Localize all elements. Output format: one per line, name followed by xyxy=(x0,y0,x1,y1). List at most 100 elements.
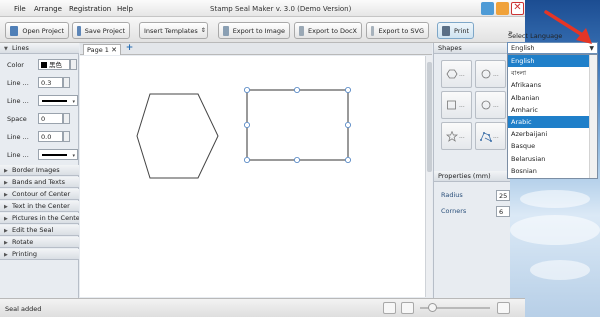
save-project-label: Save Project xyxy=(84,26,125,35)
zoom-fit-button[interactable] xyxy=(383,302,396,314)
right-panel: Shapes ... ... ... ... ... ... Propertie… xyxy=(433,43,510,298)
color-dropdown-button[interactable] xyxy=(70,59,77,70)
zoom-out-button[interactable] xyxy=(401,302,414,314)
color-value: 黑色 xyxy=(49,61,62,69)
insert-templates-button[interactable]: Insert Templates ⇕ xyxy=(139,22,208,39)
add-tab-button[interactable]: + xyxy=(124,44,135,54)
color-label: Color xyxy=(7,61,24,69)
section-text-center[interactable]: ▶ Text in the Center xyxy=(0,201,79,212)
language-option[interactable]: Belarusian xyxy=(508,153,597,165)
corners-input[interactable]: 6 xyxy=(496,206,510,217)
document-tabs: Page 1 ✕ + xyxy=(80,43,432,55)
restore-icon[interactable] xyxy=(496,2,509,15)
language-option[interactable]: Arabic xyxy=(508,115,597,129)
line-style-label: Line ... xyxy=(7,97,29,105)
insert-templates-label: Insert Templates xyxy=(144,26,198,35)
save-icon xyxy=(77,25,81,36)
zoom-in-button[interactable] xyxy=(497,302,510,314)
tab-page-label: Page 1 xyxy=(87,46,109,54)
line-width-label: Line ... xyxy=(7,79,29,87)
menu-bar: File Arrange Registration Help Stamp Sea… xyxy=(0,0,525,17)
print-button[interactable]: Print xyxy=(437,22,474,39)
docx-icon xyxy=(299,25,305,36)
line-offset-stepper[interactable] xyxy=(63,131,70,142)
shape-polygon-button[interactable]: ... xyxy=(475,122,506,150)
menu-arrange[interactable]: Arrange xyxy=(34,5,62,13)
rectangle-shape-selected[interactable] xyxy=(243,86,351,164)
spinner-icon: ⇕ xyxy=(200,27,206,34)
export-svg-button[interactable]: Export to SVG xyxy=(366,22,429,39)
export-docx-button[interactable]: Export to DocX xyxy=(294,22,362,39)
line-style2-label: Line ... xyxy=(7,151,29,159)
section-lines-header[interactable]: ▼ Lines xyxy=(0,43,79,54)
line-width-stepper[interactable] xyxy=(63,77,70,88)
shapes-header: Shapes xyxy=(434,43,510,54)
window-title: Stamp Seal Maker v. 3.0 (Demo Version) xyxy=(210,5,352,13)
status-bar: Seal added xyxy=(0,298,525,317)
language-option[interactable]: Bosnian xyxy=(508,165,597,177)
section-contour-center[interactable]: ▶ Contour of Center xyxy=(0,189,79,200)
save-project-button[interactable]: Save Project xyxy=(72,22,130,39)
space-stepper[interactable] xyxy=(63,113,70,124)
canvas-drawing xyxy=(136,86,351,179)
canvas-scrollbar[interactable] xyxy=(425,56,432,297)
shape-hexagon-button[interactable]: ... xyxy=(441,60,472,88)
corners-label: Corners xyxy=(441,207,467,215)
language-option[interactable]: Azerbaijani xyxy=(508,128,597,140)
menu-registration[interactable]: Registration xyxy=(69,5,111,13)
line-width-input[interactable]: 0.3 xyxy=(38,77,63,88)
shape-square-button[interactable]: ... xyxy=(441,91,472,119)
section-border-images[interactable]: ▶ Border Images xyxy=(0,165,79,176)
language-option[interactable]: বাংলা xyxy=(508,67,597,79)
menu-help[interactable]: Help xyxy=(117,5,133,13)
export-docx-label: Export to DocX xyxy=(308,26,357,35)
language-option[interactable]: Basque xyxy=(508,140,597,152)
section-edit-seal[interactable]: ▶ Edit the Seal xyxy=(0,225,79,236)
annotation-arrow-icon xyxy=(544,10,592,44)
section-pictures-center[interactable]: ▶ Pictures in the Center xyxy=(0,213,79,224)
export-image-button[interactable]: Export to Image xyxy=(218,22,290,39)
design-canvas[interactable] xyxy=(80,56,425,297)
export-image-label: Export to Image xyxy=(232,26,285,35)
open-project-label: Open Project xyxy=(22,26,64,35)
toolbar: Open Project Save Project Insert Templat… xyxy=(0,17,525,43)
open-project-button[interactable]: Open Project xyxy=(5,22,69,39)
section-rotate[interactable]: ▶ Rotate xyxy=(0,237,79,248)
shape-star-button[interactable]: ... xyxy=(441,122,472,150)
line-style2-select[interactable]: ▾ xyxy=(38,149,78,160)
language-option[interactable]: English xyxy=(508,55,597,68)
line-style-select[interactable]: ▾ xyxy=(38,95,78,106)
image-icon xyxy=(223,25,229,36)
radius-label: Radius xyxy=(441,191,463,199)
scrollbar-thumb[interactable] xyxy=(427,62,432,172)
export-svg-label: Export to SVG xyxy=(378,26,424,35)
zoom-slider-handle[interactable] xyxy=(428,303,437,312)
language-list-scrollbar[interactable] xyxy=(589,55,597,178)
language-dropdown-list: English বাংলা Afrikaans Albanian Amharic… xyxy=(507,54,598,179)
shape-oval-button[interactable]: ... xyxy=(475,91,506,119)
printer-icon xyxy=(442,25,451,36)
properties-header: Properties (mm) xyxy=(434,171,510,182)
language-option[interactable]: Afrikaans xyxy=(508,79,597,91)
language-selected-value: English xyxy=(511,44,535,52)
line-offset-input[interactable]: 0.0 xyxy=(38,131,63,142)
tab-page-1[interactable]: Page 1 ✕ xyxy=(83,44,121,55)
radius-input[interactable]: 25 xyxy=(496,190,510,201)
close-tab-icon[interactable]: ✕ xyxy=(111,45,117,55)
close-icon[interactable]: ✕ xyxy=(511,2,524,15)
collapse-arrow-icon: ▼ xyxy=(4,46,8,52)
svg-icon xyxy=(371,25,375,36)
line-offset-label: Line ... xyxy=(7,133,29,141)
section-printing[interactable]: ▶ Printing xyxy=(0,249,79,260)
space-input[interactable]: 0 xyxy=(38,113,63,124)
section-bands-texts[interactable]: ▶ Bands and Texts xyxy=(0,177,79,188)
folder-open-icon xyxy=(10,25,19,36)
hexagon-shape[interactable] xyxy=(136,93,219,179)
color-picker[interactable]: 黑色 xyxy=(38,59,70,70)
shape-circle-button[interactable]: ... xyxy=(475,60,506,88)
language-option[interactable]: Albanian xyxy=(508,92,597,104)
minimize-icon[interactable] xyxy=(481,2,494,15)
menu-file[interactable]: File xyxy=(14,5,26,13)
print-label: Print xyxy=(454,26,469,35)
language-option[interactable]: Amharic xyxy=(508,104,597,116)
